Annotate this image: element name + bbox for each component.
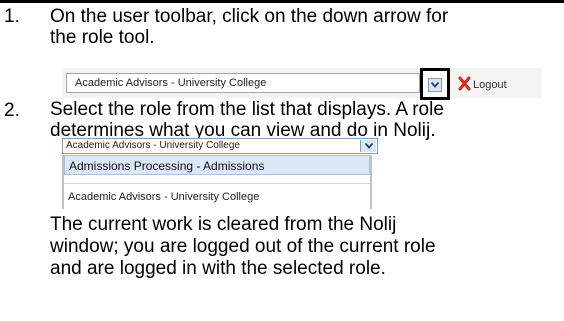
top-rule	[0, 0, 564, 3]
role-dropdown: Academic Advisors - University College A…	[62, 138, 378, 210]
role-dropdown-arrow-button[interactable]	[428, 78, 442, 92]
step-2-number: 2.	[4, 100, 20, 121]
step-1-line-1: On the user toolbar, click on the down a…	[50, 6, 449, 27]
result-description: The current work is cleared from the Nol…	[50, 214, 550, 280]
step-2-line-1: Select the role from the list that displ…	[50, 99, 444, 120]
role-dropdown-toggle[interactable]	[360, 140, 376, 152]
role-dropdown-list: Admissions Processing - Admissions Acade…	[62, 155, 372, 209]
role-dropdown-select[interactable]: Academic Advisors - University College	[62, 138, 378, 154]
role-select-value: Academic Advisors - University College	[75, 77, 267, 89]
step-1-line-2: the role tool.	[50, 27, 155, 48]
dropdown-option-academic-advisors[interactable]: Academic Advisors - University College	[68, 191, 259, 204]
result-line-3: and are logged in with the selected role…	[50, 258, 386, 279]
chevron-down-icon	[365, 143, 373, 149]
user-toolbar: Academic Advisors - University College L…	[62, 68, 542, 100]
dropdown-option-admissions-processing[interactable]: Admissions Processing - Admissions	[64, 155, 370, 175]
result-line-1: The current work is cleared from the Nol…	[50, 214, 397, 235]
highlight-box	[420, 68, 450, 100]
red-x-icon	[458, 76, 471, 91]
logout-label: Logout	[473, 79, 507, 91]
step-2-text: Select the role from the list that displ…	[50, 99, 560, 141]
dropdown-separator	[64, 183, 370, 184]
role-dropdown-selected: Academic Advisors - University College	[66, 140, 240, 151]
result-line-2: window; you are logged out of the curren…	[50, 236, 436, 257]
dropdown-option-label: Admissions Processing - Admissions	[69, 159, 265, 173]
step-1-text: On the user toolbar, click on the down a…	[50, 6, 560, 48]
step-1-number: 1.	[4, 6, 20, 27]
chevron-down-icon	[431, 82, 439, 88]
role-select[interactable]: Academic Advisors - University College	[66, 73, 420, 93]
